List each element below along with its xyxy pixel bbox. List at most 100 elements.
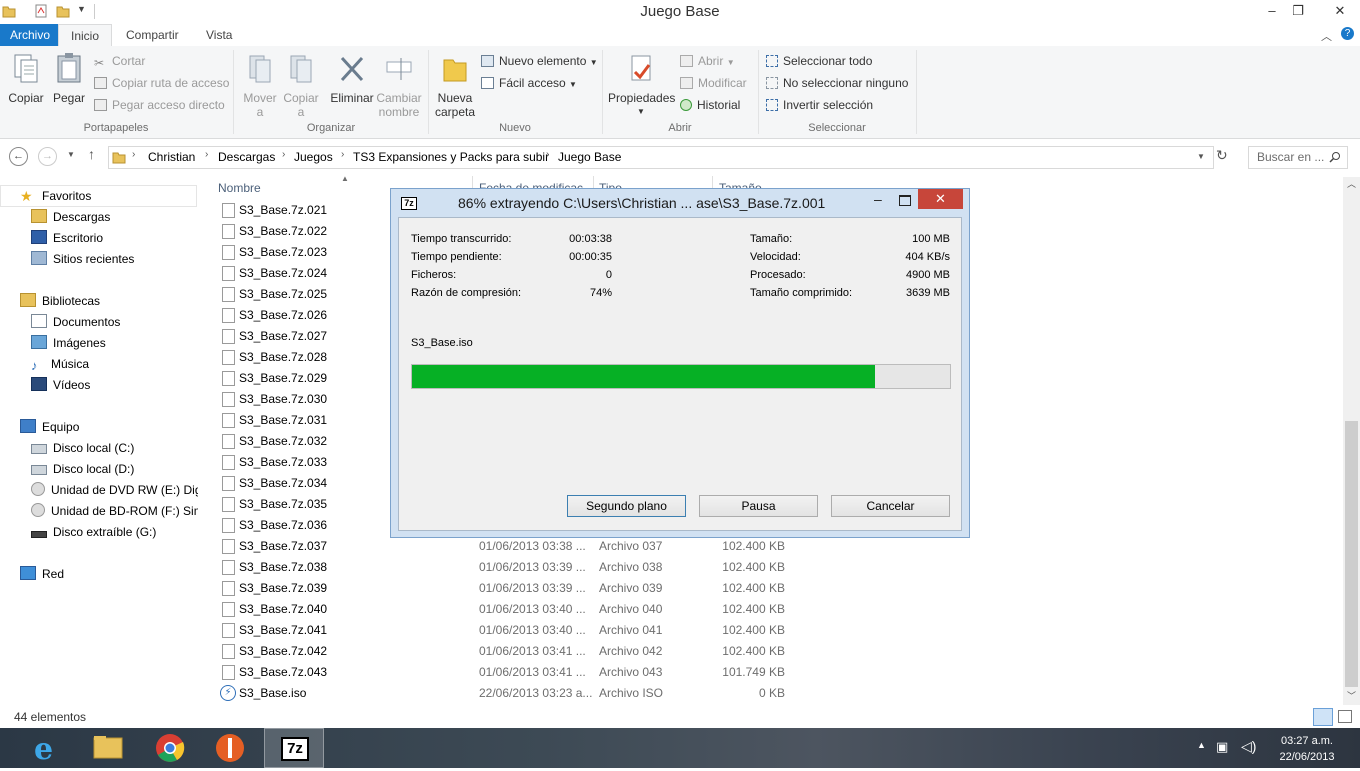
taskbar-ie[interactable]: e bbox=[20, 728, 76, 768]
breadcrumb-item[interactable]: Descargas bbox=[218, 150, 275, 164]
dialog-minimize-button[interactable]: – bbox=[874, 191, 882, 207]
new-folder-button[interactable]: Nueva carpeta bbox=[434, 52, 476, 119]
file-name: S3_Base.7z.026 bbox=[239, 308, 328, 322]
help-icon[interactable]: ? bbox=[1341, 27, 1354, 40]
up-button[interactable]: ↑ bbox=[88, 146, 95, 162]
table-row[interactable]: S3_Base.7z.042 01/06/2013 03:41 ... Archiv… bbox=[220, 641, 820, 661]
breadcrumb-item[interactable]: Juego Base bbox=[558, 150, 621, 164]
nav-disco-d[interactable]: Disco local (D:) bbox=[31, 459, 134, 479]
invert-selection-button[interactable]: Invertir selección bbox=[766, 96, 873, 114]
taskbar-app[interactable] bbox=[202, 728, 258, 768]
table-row[interactable]: S3_Base.7z.040 01/06/2013 03:40 ... Archiv… bbox=[220, 599, 820, 619]
taskbar-explorer[interactable] bbox=[80, 728, 136, 768]
table-row[interactable]: ⚡ S3_Base.iso 22/06/2013 03:23 a... Archivo… bbox=[220, 683, 820, 703]
delete-button[interactable]: Eliminar bbox=[329, 52, 375, 105]
rename-button[interactable]: Cambiar nombre bbox=[376, 52, 422, 119]
copy-path-button[interactable]: Copiar ruta de acceso bbox=[94, 74, 229, 92]
large-icons-view-icon[interactable] bbox=[1338, 710, 1352, 723]
breadcrumb-item[interactable]: Juegos bbox=[294, 150, 333, 164]
table-row[interactable]: S3_Base.7z.039 01/06/2013 03:39 ... Archiv… bbox=[220, 578, 820, 598]
nav-videos[interactable]: Vídeos bbox=[31, 375, 90, 395]
dialog-maximize-button[interactable] bbox=[899, 195, 911, 206]
nav-musica[interactable]: ♪ Música bbox=[31, 354, 89, 374]
nav-red[interactable]: Red bbox=[20, 564, 64, 584]
nav-escritorio[interactable]: Escritorio bbox=[31, 228, 103, 248]
select-none-button[interactable]: No seleccionar ninguno bbox=[766, 74, 908, 92]
navigation-bar: ← → ▼ ↑ › Christian › Descargas › Juegos… bbox=[0, 144, 1360, 170]
back-button[interactable]: ← bbox=[9, 147, 28, 166]
nav-dvd[interactable]: Unidad de DVD RW (E:) Digi bbox=[31, 480, 198, 500]
dialog-close-button[interactable]: ✕ bbox=[918, 189, 963, 209]
nav-disco-c[interactable]: Disco local (C:) bbox=[31, 438, 134, 458]
forward-button[interactable]: → bbox=[38, 147, 57, 166]
file-icon bbox=[222, 392, 235, 407]
taskbar: e 7z ▲ ▣ ◁) 03:27 a.m. 22/06/2013 bbox=[0, 728, 1360, 768]
nav-descargas[interactable]: Descargas bbox=[31, 207, 110, 227]
maximize-button[interactable]: ❐ bbox=[1284, 0, 1312, 22]
close-button[interactable]: ✕ bbox=[1322, 0, 1358, 22]
address-dropdown-icon[interactable]: ▼ bbox=[1197, 152, 1205, 161]
drive-d-icon bbox=[31, 465, 47, 475]
chrome-icon bbox=[156, 734, 185, 762]
new-item-button[interactable]: Nuevo elemento ▼ bbox=[481, 52, 598, 70]
pause-button[interactable]: Pausa bbox=[699, 495, 818, 517]
tab-vista[interactable]: Vista bbox=[197, 24, 241, 46]
nav-bibliotecas[interactable]: Bibliotecas bbox=[20, 291, 100, 311]
history-button[interactable]: Historial bbox=[680, 96, 740, 114]
nav-equipo[interactable]: Equipo bbox=[20, 417, 79, 437]
search-icon[interactable] bbox=[1329, 151, 1341, 163]
copy-to-button[interactable]: Copiar a bbox=[282, 52, 320, 119]
scroll-down-icon[interactable]: ﹀ bbox=[1347, 689, 1356, 702]
table-row[interactable]: S3_Base.7z.037 01/06/2013 03:38 ... Archiv… bbox=[220, 536, 820, 556]
details-view-icon[interactable] bbox=[1313, 708, 1333, 726]
move-to-button[interactable]: Mover a bbox=[240, 52, 280, 119]
nav-documentos[interactable]: Documentos bbox=[31, 312, 120, 332]
table-row[interactable]: S3_Base.7z.041 01/06/2013 03:40 ... Archiv… bbox=[220, 620, 820, 640]
table-row[interactable]: S3_Base.7z.043 01/06/2013 03:41 ... Archiv… bbox=[220, 662, 820, 682]
column-header-nombre[interactable]: Nombre bbox=[218, 181, 261, 195]
scroll-thumb[interactable] bbox=[1345, 421, 1358, 687]
collapse-ribbon-icon[interactable]: ︿ bbox=[1321, 28, 1332, 44]
tab-compartir[interactable]: Compartir bbox=[117, 24, 188, 46]
search-box[interactable]: Buscar en ... bbox=[1248, 146, 1348, 169]
tab-archivo[interactable]: Archivo bbox=[0, 24, 61, 46]
file-icon bbox=[222, 224, 235, 239]
file-name: S3_Base.7z.042 bbox=[239, 644, 328, 658]
search-input[interactable]: Buscar en ... bbox=[1257, 150, 1324, 164]
cut-button[interactable]: ✂ Cortar bbox=[94, 52, 145, 70]
select-all-button[interactable]: Seleccionar todo bbox=[766, 52, 872, 70]
easy-access-button[interactable]: Fácil acceso ▼ bbox=[481, 74, 577, 92]
nav-sitios-recientes[interactable]: Sitios recientes bbox=[31, 249, 134, 269]
paste-shortcut-button[interactable]: Pegar acceso directo bbox=[94, 96, 225, 114]
background-button[interactable]: Segundo plano bbox=[567, 495, 686, 517]
clock-date: 22/06/2013 bbox=[1279, 751, 1335, 763]
nav-extraible[interactable]: Disco extraíble (G:) bbox=[31, 522, 156, 542]
taskbar-7zip[interactable]: 7z bbox=[264, 728, 324, 768]
copy-path-icon bbox=[94, 77, 107, 89]
taskbar-chrome[interactable] bbox=[142, 728, 198, 768]
tab-inicio[interactable]: Inicio bbox=[58, 24, 113, 48]
clock[interactable]: 03:27 a.m. 22/06/2013 bbox=[1272, 733, 1342, 765]
cancel-button[interactable]: Cancelar bbox=[831, 495, 950, 517]
nav-favoritos[interactable]: ★ Favoritos bbox=[20, 186, 91, 206]
network-tray-icon[interactable]: ▣ bbox=[1216, 739, 1228, 755]
nav-imagenes[interactable]: Imágenes bbox=[31, 333, 106, 353]
table-row[interactable]: S3_Base.7z.038 01/06/2013 03:39 ... Archiv… bbox=[220, 557, 820, 577]
rename-label-2: nombre bbox=[378, 105, 420, 119]
minimize-button[interactable]: – bbox=[1258, 0, 1286, 22]
nav-bdrom[interactable]: Unidad de BD-ROM (F:) Sim bbox=[31, 501, 198, 521]
address-bar[interactable]: › Christian › Descargas › Juegos › TS3 E… bbox=[108, 146, 1214, 169]
volume-icon[interactable]: ◁) bbox=[1241, 738, 1256, 755]
breadcrumb-item[interactable]: Christian bbox=[148, 150, 195, 164]
open-button[interactable]: Abrir ▼ bbox=[680, 52, 735, 70]
recent-locations-icon[interactable]: ▼ bbox=[67, 150, 75, 159]
paste-button[interactable]: Pegar bbox=[50, 52, 88, 105]
scroll-up-icon[interactable]: ︿ bbox=[1347, 177, 1356, 190]
refresh-icon[interactable]: ↻ bbox=[1216, 147, 1228, 164]
properties-button[interactable]: Propiedades ▼ bbox=[608, 52, 675, 119]
edit-button[interactable]: Modificar bbox=[680, 74, 747, 92]
copy-button[interactable]: Copiar bbox=[6, 52, 46, 105]
show-hidden-icons-icon[interactable]: ▲ bbox=[1197, 740, 1206, 750]
breadcrumb-item[interactable]: TS3 Expansiones y Packs para subir bbox=[353, 150, 549, 164]
vertical-scrollbar[interactable]: ︿ ﹀ bbox=[1343, 177, 1360, 705]
